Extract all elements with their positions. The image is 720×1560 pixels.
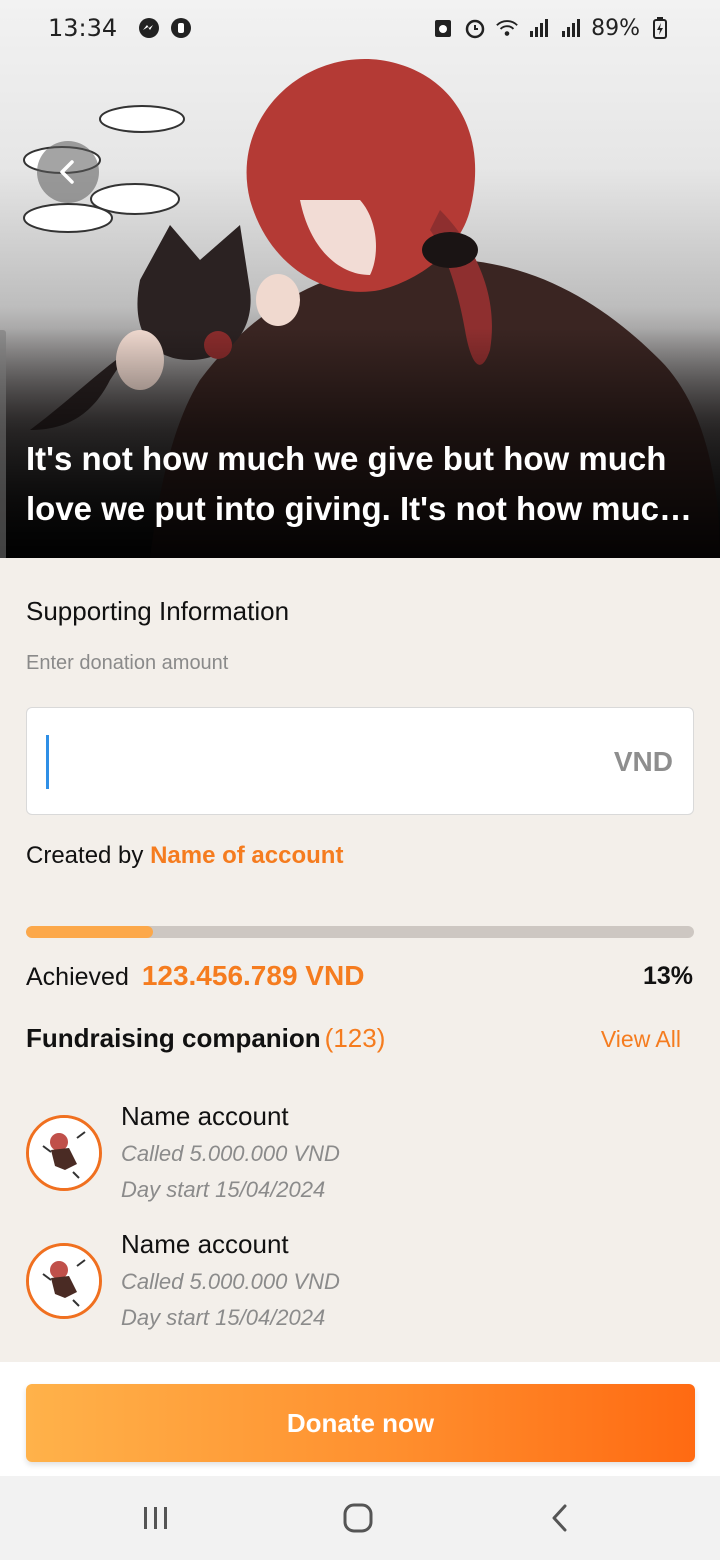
recent-apps-icon [144,1507,167,1529]
status-bar: 13:34 89% [0,0,720,56]
system-navigation-bar [0,1476,720,1560]
progress-fill [26,926,153,938]
companion-called: Called 5.000.000 VND [121,1269,340,1294]
recent-apps-button[interactable] [126,1496,186,1540]
creator-line: Created by Name of account [26,842,343,870]
avatar [26,1243,102,1319]
achieved-line: Achieved 123.456.789 VND [26,960,364,992]
companion-name: Name account [121,1101,289,1131]
achieved-label: Achieved [26,963,129,991]
fundraising-progress-bar [26,926,694,938]
back-button[interactable] [37,141,99,203]
home-button[interactable] [328,1496,388,1540]
companion-called: Called 5.000.000 VND [121,1141,340,1166]
donate-now-button[interactable]: Donate now [26,1384,695,1462]
progress-percent: 13% [642,962,693,990]
campaign-quote: It's not how much we give but how much l… [26,440,680,527]
signal-icon [559,16,583,40]
donation-amount-label: Enter donation amount [26,652,229,674]
donation-amount-input[interactable] [53,708,593,814]
back-icon [552,1504,567,1532]
creator-name-link[interactable]: Name of account [150,842,343,869]
messenger-icon [137,16,161,40]
currency-label: VND [613,746,673,777]
bottom-action-bar: Donate now [0,1362,720,1476]
avatar [26,1115,102,1191]
status-time: 13:34 [48,14,118,42]
donation-amount-field[interactable]: VND [26,707,694,815]
list-item[interactable]: Name account Called 5.000.000 VND Day st… [26,1229,694,1339]
companions-title: Fundraising companion [26,1023,321,1053]
companions-heading: Fundraising companion (123) [26,1023,385,1054]
battery-percent: 89% [591,15,640,41]
creator-prefix: Created by [26,842,144,869]
companion-name: Name account [121,1229,289,1259]
alarm-icon [463,16,487,40]
companions-count: (123) [324,1023,386,1053]
companion-day-start: Day start 15/04/2024 [121,1177,326,1202]
signal-icon [527,16,551,40]
battery-charging-icon [648,16,672,40]
hero-banner: 13:34 89% It's not how much we give but … [0,0,720,558]
nav-back-button[interactable] [530,1496,590,1540]
achieved-amount: 123.456.789 VND [141,960,365,991]
companion-day-start: Day start 15/04/2024 [121,1305,326,1330]
chevron-left-icon [60,160,74,184]
home-icon [343,1503,373,1533]
edge-panel-handle[interactable] [0,330,6,558]
app-badge-icon [169,16,193,40]
list-item[interactable]: Name account Called 5.000.000 VND Day st… [26,1101,694,1211]
section-title: Supporting Information [26,596,290,626]
recycle-icon [431,16,455,40]
text-caret [46,735,49,789]
wifi-icon [495,16,519,40]
view-all-link[interactable]: View All [601,1026,681,1053]
